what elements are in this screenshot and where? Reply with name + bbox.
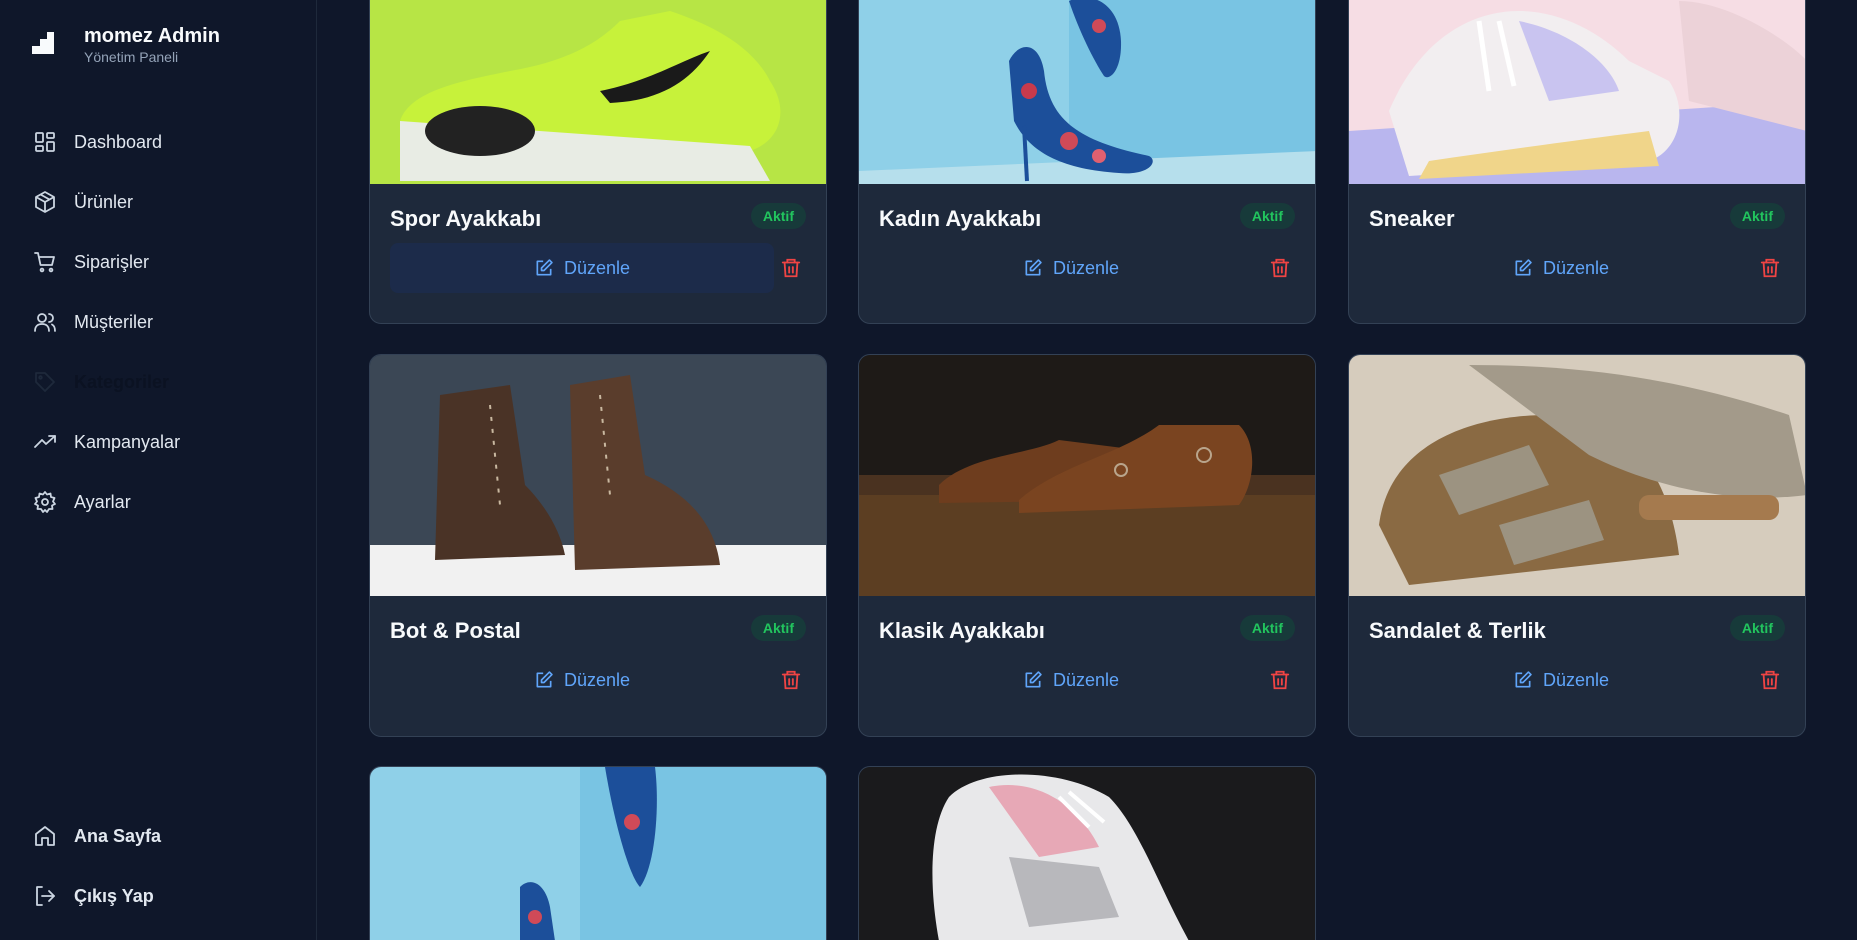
category-card: Sneaker Aktif Düzenle bbox=[1348, 0, 1806, 324]
edit-button[interactable]: Düzenle bbox=[1369, 243, 1753, 293]
sidebar-item-settings[interactable]: Ayarlar bbox=[0, 472, 316, 532]
sidebar-footer: Ana Sayfa Çıkış Yap bbox=[0, 806, 316, 926]
edit-icon bbox=[536, 259, 553, 276]
sidebar-item-home[interactable]: Ana Sayfa bbox=[0, 806, 316, 866]
category-title: Spor Ayakkabı bbox=[390, 206, 542, 231]
edit-label: Düzenle bbox=[1542, 669, 1610, 690]
tag-icon bbox=[35, 372, 55, 392]
edit-label: Düzenle bbox=[563, 669, 631, 690]
status-badge: Aktif bbox=[1239, 615, 1295, 641]
dashboard-icon bbox=[35, 132, 55, 152]
edit-icon bbox=[1515, 671, 1532, 688]
category-title: Sneaker bbox=[1369, 206, 1455, 231]
category-title: Sandalet & Terlik bbox=[1369, 618, 1546, 643]
category-card: Sandalet & Terlik Aktif Düzenle bbox=[1348, 354, 1806, 737]
edit-icon bbox=[1025, 671, 1042, 688]
trending-up-icon bbox=[34, 435, 56, 448]
sidebar-item-label: Ürünler bbox=[74, 191, 134, 212]
status-badge: Aktif bbox=[1239, 203, 1295, 229]
category-card: Spor Ayakkabı Aktif Düzenle bbox=[369, 0, 827, 324]
home-icon bbox=[35, 826, 55, 846]
edit-label: Düzenle bbox=[1052, 669, 1120, 690]
brand-subtitle: Yönetim Paneli bbox=[84, 49, 179, 65]
sidebar-item-label: Ayarlar bbox=[74, 491, 131, 512]
logout-icon bbox=[36, 886, 55, 906]
sidebar-nav: Dashboard Ürünler Siparişler Müşteriler bbox=[0, 112, 316, 532]
status-badge: Aktif bbox=[750, 203, 806, 229]
category-card: Klasik Ayakkabı Aktif Düzenle bbox=[858, 354, 1316, 737]
users-icon bbox=[34, 313, 56, 332]
sidebar-item-label: Dashboard bbox=[74, 131, 163, 152]
trash-icon[interactable] bbox=[780, 257, 802, 279]
sidebar-item-label: Ana Sayfa bbox=[74, 825, 162, 846]
category-image bbox=[859, 0, 1315, 184]
sidebar-item-label: Kampanyalar bbox=[74, 431, 181, 452]
sidebar-item-label: Siparişler bbox=[74, 251, 150, 272]
category-card bbox=[858, 766, 1316, 940]
sidebar-item-products[interactable]: Ürünler bbox=[0, 172, 316, 232]
trash-icon[interactable] bbox=[780, 669, 802, 691]
edit-label: Düzenle bbox=[1052, 257, 1120, 278]
edit-button[interactable]: Düzenle bbox=[390, 243, 774, 293]
box-icon bbox=[35, 191, 55, 213]
category-card: Bot & Postal Aktif Düzenle bbox=[369, 354, 827, 737]
category-image bbox=[1349, 355, 1805, 596]
category-card: Kadın Ayakkabı Aktif Düzenle bbox=[858, 0, 1316, 324]
trash-icon[interactable] bbox=[1269, 669, 1291, 691]
status-badge: Aktif bbox=[750, 615, 806, 641]
sidebar: momez Admin Yönetim Paneli Dashboard Ürü… bbox=[0, 0, 317, 940]
cart-icon bbox=[34, 252, 55, 273]
trash-icon[interactable] bbox=[1759, 257, 1781, 279]
trash-icon[interactable] bbox=[1759, 669, 1781, 691]
edit-icon bbox=[1025, 259, 1042, 276]
sidebar-item-label: Çıkış Yap bbox=[74, 885, 154, 906]
category-title: Klasik Ayakkabı bbox=[879, 618, 1045, 643]
sidebar-item-label: Müşteriler bbox=[74, 311, 154, 332]
category-title: Kadın Ayakkabı bbox=[879, 206, 1042, 231]
edit-button[interactable]: Düzenle bbox=[879, 655, 1263, 705]
brand: momez Admin Yönetim Paneli bbox=[30, 24, 220, 66]
category-image bbox=[370, 355, 826, 596]
category-image bbox=[859, 767, 1315, 940]
category-image bbox=[370, 0, 826, 184]
edit-button[interactable]: Düzenle bbox=[879, 243, 1263, 293]
edit-button[interactable]: Düzenle bbox=[1369, 655, 1753, 705]
category-title: Bot & Postal bbox=[390, 618, 521, 643]
sidebar-item-customers[interactable]: Müşteriler bbox=[0, 292, 316, 352]
sidebar-item-orders[interactable]: Siparişler bbox=[0, 232, 316, 292]
sidebar-item-categories[interactable]: Kategoriler bbox=[0, 352, 316, 412]
edit-label: Düzenle bbox=[1542, 257, 1610, 278]
trash-icon[interactable] bbox=[1269, 257, 1291, 279]
sidebar-item-logout[interactable]: Çıkış Yap bbox=[0, 866, 316, 926]
category-card bbox=[369, 766, 827, 940]
logo-icon bbox=[32, 32, 54, 54]
category-image bbox=[370, 767, 826, 940]
category-image bbox=[1349, 0, 1805, 184]
status-badge: Aktif bbox=[1729, 615, 1785, 641]
gear-icon bbox=[34, 491, 56, 513]
edit-icon bbox=[1515, 259, 1532, 276]
sidebar-item-campaigns[interactable]: Kampanyalar bbox=[0, 412, 316, 472]
status-badge: Aktif bbox=[1729, 203, 1785, 229]
brand-title: momez Admin bbox=[84, 25, 220, 47]
sidebar-item-label: Kategoriler bbox=[74, 371, 170, 392]
edit-icon bbox=[536, 671, 553, 688]
sidebar-item-dashboard[interactable]: Dashboard bbox=[0, 112, 316, 172]
edit-label: Düzenle bbox=[563, 257, 631, 278]
category-image bbox=[859, 355, 1315, 596]
edit-button[interactable]: Düzenle bbox=[390, 655, 774, 705]
